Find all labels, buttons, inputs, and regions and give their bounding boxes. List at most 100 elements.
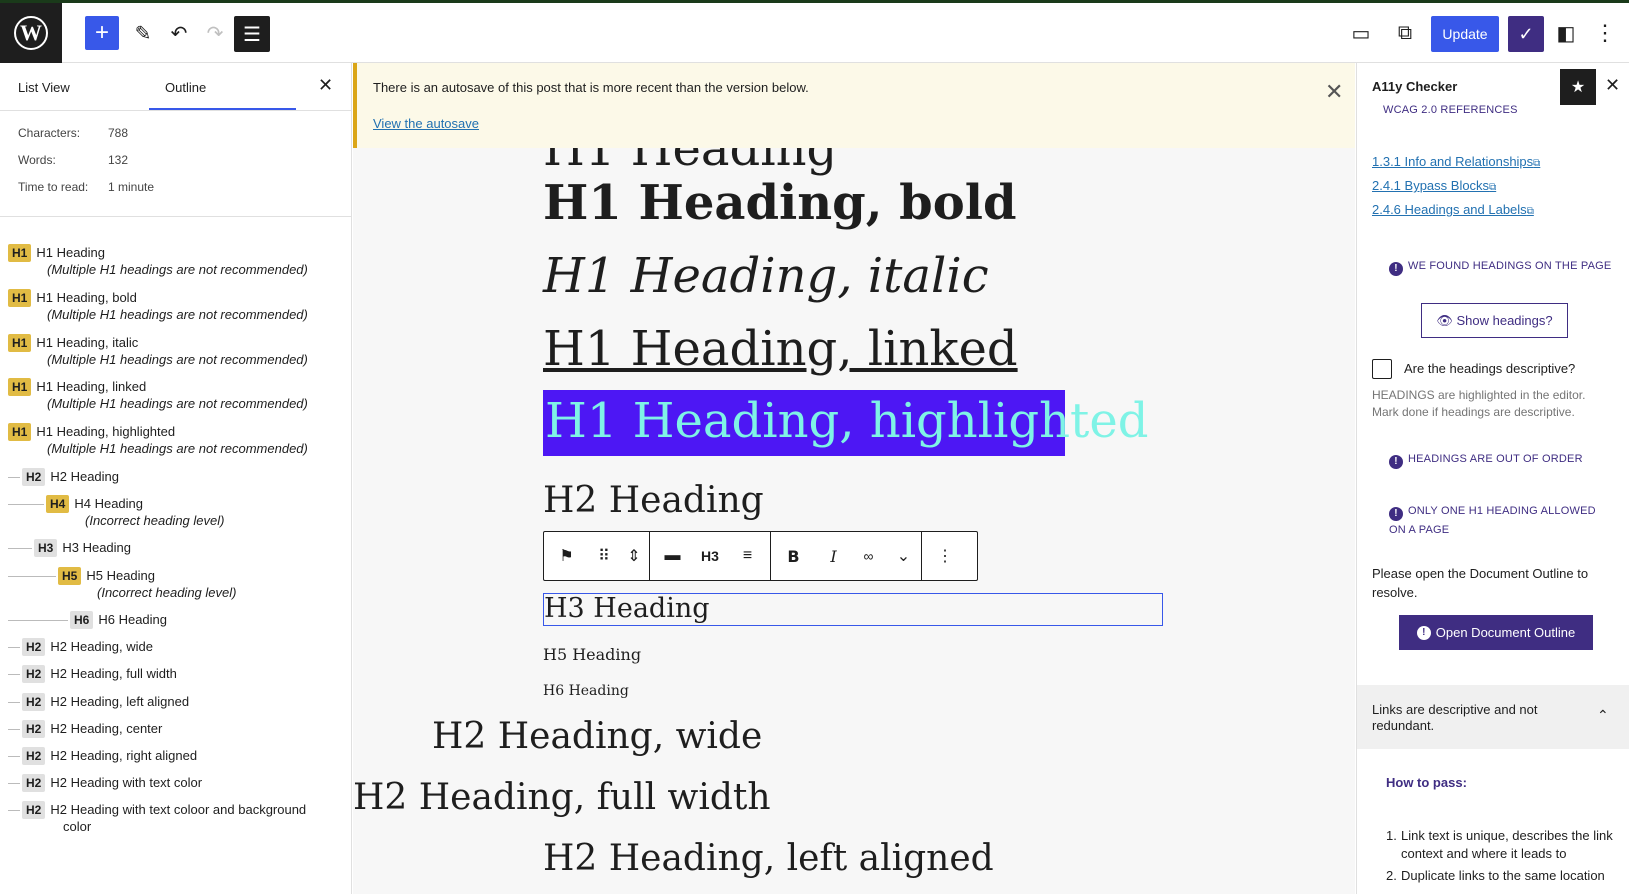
view-autosave-link[interactable]: View the autosave	[373, 116, 479, 131]
add-block-button[interactable]: +	[85, 16, 119, 50]
outline-item[interactable]: H2 H2 Heading, wide	[22, 638, 153, 656]
sidebar-icon: ◧	[1556, 22, 1576, 45]
heading-h5[interactable]: H5 Heading	[543, 645, 641, 664]
resolve-text: Please open the Document Outline to reso…	[1372, 566, 1589, 600]
heading-h2-wide[interactable]: H2 Heading, wide	[432, 716, 762, 757]
heading-level-badge: H2	[22, 774, 46, 792]
wcag-ref-link[interactable]: 2.4.6 Headings and Labels⧉	[1372, 202, 1534, 217]
more-rich-text-button[interactable]: ⌄	[886, 532, 921, 580]
heading-level-button[interactable]: H3	[695, 532, 725, 580]
outline-item[interactable]: H1 H1 Heading, bold	[8, 289, 137, 307]
drag-handle[interactable]: ⠿	[589, 532, 619, 580]
outline-item-label: H4 Heading	[74, 496, 143, 511]
outline-item[interactable]: H1 H1 Heading, highlighted	[8, 423, 175, 441]
outline-connector	[8, 548, 32, 549]
stat-time-to-read: Time to read: 1 minute	[18, 180, 155, 194]
outline-warning: (Incorrect heading level)	[97, 585, 237, 600]
heading-h6[interactable]: H6 Heading	[543, 683, 629, 699]
settings-button[interactable]: ◧	[1549, 16, 1583, 50]
outline-item[interactable]: H1 H1 Heading, italic	[8, 334, 138, 352]
heading-h1-bold[interactable]: H1 Heading, bold	[543, 175, 1017, 231]
dismiss-notice-button[interactable]: ✕	[1325, 79, 1343, 105]
close-panel-button[interactable]: ✕	[318, 75, 333, 96]
outline-connector	[8, 756, 20, 757]
outline-item-label: H2 Heading with text color	[50, 775, 203, 790]
options-button[interactable]: ⋮	[1588, 16, 1622, 50]
wordpress-logo-button[interactable]: W	[0, 3, 62, 63]
heading-h2-full-width[interactable]: H2 Heading, full width	[353, 777, 771, 818]
headings-descriptive-checkbox[interactable]	[1372, 359, 1392, 379]
outline-item-label: H2 Heading with text coloor and backgrou…	[50, 802, 307, 817]
heading-level-badge: H1	[8, 244, 32, 262]
heading-h2-left-aligned[interactable]: H2 Heading, left aligned	[543, 838, 994, 879]
block-type-button[interactable]: ⚑	[544, 532, 589, 580]
bookmark-icon: ⚑	[559, 548, 574, 565]
external-link-icon: ⧉	[1489, 182, 1497, 193]
drag-icon: ⠿	[598, 548, 610, 565]
outline-item[interactable]: H2 H2 Heading	[22, 468, 119, 486]
outline-item[interactable]: H1 H1 Heading, linked	[8, 378, 146, 396]
redo-button[interactable]: ↷	[198, 16, 232, 50]
autosave-notice: There is an autosave of this post that i…	[353, 63, 1355, 148]
view-post-button[interactable]: ⧉	[1388, 16, 1422, 50]
links-check-panel-header[interactable]: Links are descriptive and not redundant.…	[1357, 685, 1629, 749]
text-align-button[interactable]: ≡	[725, 532, 770, 580]
external-link-icon: ⧉	[1397, 21, 1413, 44]
bold-button[interactable]: B	[771, 532, 816, 580]
outline-connector	[8, 729, 20, 730]
document-overview-button[interactable]: ☰	[234, 16, 270, 52]
outline-warning: (Multiple H1 headings are not recommende…	[47, 352, 308, 367]
wcag-ref-link[interactable]: 2.4.1 Bypass Blocks⧉	[1372, 178, 1496, 193]
a11y-checker-button[interactable]: ✓	[1508, 16, 1544, 52]
outline-item[interactable]: H5 H5 Heading	[58, 567, 155, 585]
outline-connector	[8, 647, 20, 648]
close-icon: ✕	[318, 75, 334, 95]
outline-item[interactable]: H2 H2 Heading, center	[22, 720, 162, 738]
heading-h2[interactable]: H2 Heading	[543, 480, 764, 521]
outline-item[interactable]: H2 H2 Heading, right aligned	[22, 747, 197, 765]
outline-connector	[8, 702, 20, 703]
heading-level-badge: H5	[58, 567, 82, 585]
heading-h1-italic[interactable]: H1 Heading, italic	[543, 248, 989, 304]
tools-button[interactable]: ✎	[126, 16, 160, 50]
move-up-down-button[interactable]: ⇕	[619, 532, 649, 580]
tab-list-view[interactable]: List View	[18, 80, 70, 95]
outline-item[interactable]: H3 H3 Heading	[34, 539, 131, 557]
outline-item[interactable]: H2 H2 Heading, left aligned	[22, 693, 189, 711]
document-overview-panel: List View Outline ✕ Characters: 788 Words…	[0, 63, 352, 894]
chevron-up-down-icon: ⇕	[627, 548, 641, 565]
wcag-ref-link[interactable]: 1.3.1 Info and Relationships⧉	[1372, 154, 1540, 169]
update-button[interactable]: Update	[1431, 16, 1499, 52]
outline-connector	[8, 477, 20, 478]
align-icon: ▬	[664, 547, 681, 564]
italic-button[interactable]: I	[816, 532, 851, 580]
heading-h1-linked[interactable]: H1 Heading, linked	[543, 321, 1018, 377]
close-sidebar-button[interactable]: ✕	[1605, 75, 1620, 96]
checkmark-icon: ✓	[1518, 23, 1534, 44]
editor-canvas: There is an autosave of this post that i…	[353, 63, 1355, 894]
outline-item-label: H2 Heading, full width	[50, 666, 177, 681]
star-icon: ★	[1570, 79, 1586, 96]
tab-outline[interactable]: Outline	[165, 80, 206, 95]
outline-item[interactable]: H2 H2 Heading with text coloor and backgr…	[22, 801, 306, 819]
outline-item[interactable]: H4 H4 Heading	[46, 495, 143, 513]
outline-item[interactable]: H6 H6 Heading	[70, 611, 167, 629]
align-button[interactable]: ▬	[650, 532, 695, 580]
show-headings-button[interactable]: 👁 Show headings?	[1421, 303, 1568, 338]
link-button[interactable]: ∞	[851, 532, 886, 580]
block-options-button[interactable]: ⋮	[922, 532, 968, 580]
outline-item[interactable]: H1 H1 Heading	[8, 244, 105, 262]
outline-item[interactable]: H2 H2 Heading with text color	[22, 774, 202, 792]
outline-warning: (Multiple H1 headings are not recommende…	[47, 307, 308, 322]
view-button[interactable]: ▭	[1344, 16, 1378, 50]
heading-level-badge: H2	[22, 665, 46, 683]
outline-item-label: H6 Heading	[98, 612, 167, 627]
pin-sidebar-button[interactable]: ★	[1560, 69, 1596, 105]
chevron-down-icon: ⌄	[896, 548, 911, 565]
undo-button[interactable]: ↶	[162, 16, 196, 50]
heading-level-badge: H4	[46, 495, 70, 513]
open-document-outline-button[interactable]: ! Open Document Outline	[1399, 615, 1593, 650]
heading-h1-highlighted[interactable]: H1 Heading, highlighted	[543, 390, 1148, 456]
heading-h3-selected[interactable]: H3 Heading	[543, 593, 1163, 626]
outline-item[interactable]: H2 H2 Heading, full width	[22, 665, 177, 683]
